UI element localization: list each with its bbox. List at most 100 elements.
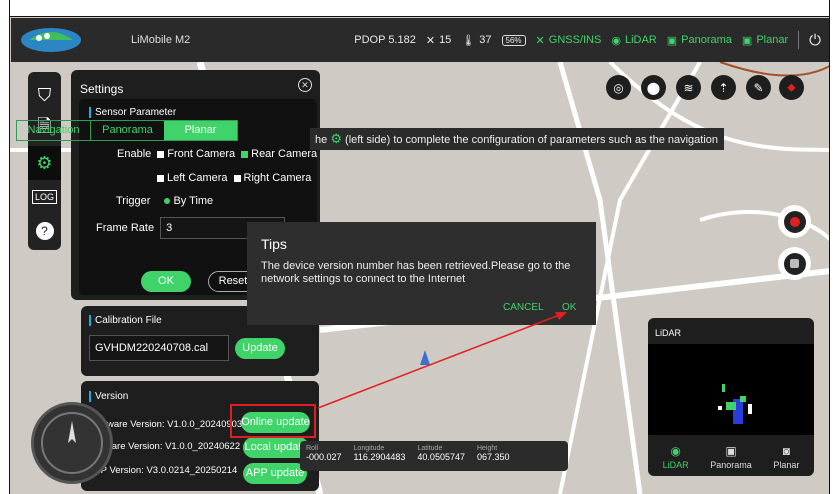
cancel-button[interactable]: CANCEL <box>503 302 544 313</box>
tab-navigation[interactable]: Navigation <box>17 121 90 140</box>
layer-view-button[interactable]: ◎ <box>606 75 631 100</box>
divider <box>798 31 800 49</box>
by-time-radio[interactable]: By Time <box>164 195 213 207</box>
height-label: Height <box>476 445 498 452</box>
tab-planar[interactable]: Planar <box>164 121 237 140</box>
tab-panorama-view[interactable]: ▣ Panorama <box>703 437 758 476</box>
gnss-status: ✕ GNSS/INS <box>535 34 602 47</box>
pdop-value: PDOP 5.182 <box>354 34 416 46</box>
frame-rate-label: Frame Rate <box>96 222 155 234</box>
left-camera-checkbox[interactable]: Left Camera <box>157 172 228 184</box>
height-value: 067.350 <box>476 452 510 462</box>
highlight-box <box>230 404 316 438</box>
satellite-status: ✕ 15 <box>425 34 452 47</box>
camera-icon: ▣ <box>741 34 753 47</box>
satellite-icon: ✕ <box>425 34 436 47</box>
latitude-value: 40.0505747 <box>417 452 465 462</box>
app-update-button[interactable]: APP update <box>243 463 307 484</box>
location-button[interactable]: ⬤ <box>641 75 666 100</box>
lidar-panel-title: LiDAR <box>655 328 682 338</box>
top-bar: LiMobile M2 PDOP 5.182 ✕ 15 🌡 37 56% ✕ GNSS… <box>11 18 829 62</box>
location-icon: ⬤ <box>646 80 661 95</box>
point-cloud-view[interactable] <box>648 344 814 435</box>
longitude-value: 116.2904483 <box>353 452 406 462</box>
power-button[interactable]: ⏻ <box>809 32 821 49</box>
record-icon <box>783 210 806 233</box>
lidar-panel-tabs: ◉ LiDAR ▣ Panorama ◙ Planar <box>648 437 814 476</box>
tip-banner: he ⚙ (left side) to complete the configu… <box>310 128 724 150</box>
clear-button[interactable]: ✎ <box>746 75 771 100</box>
longitude-label: Longitude <box>353 445 385 452</box>
help-icon: ? <box>35 222 54 240</box>
thermometer-icon: 🌡 <box>461 34 476 47</box>
lidar-preview-panel: LiDAR ◉ LiDAR ▣ Panorama ◙ Planar <box>648 318 814 476</box>
calibration-label: Calibration File <box>89 315 162 326</box>
record-button[interactable] <box>778 205 811 238</box>
sensor-parameter-label: Sensor Parameter <box>89 107 176 118</box>
tab-planar-view[interactable]: ◙ Planar <box>759 437 814 476</box>
screenshot-border-right <box>829 0 839 494</box>
side-nav: ⛉ 🗎 ⚙ LOG ? <box>28 72 61 250</box>
camera-icon: ◙ <box>782 443 790 458</box>
upload-button[interactable]: ⇡ <box>711 75 736 100</box>
compass-icon <box>41 412 103 474</box>
tab-lidar[interactable]: ◉ LiDAR <box>648 437 703 476</box>
battery-indicator: 56% <box>501 34 526 46</box>
stop-button[interactable] <box>778 247 811 280</box>
log-icon: LOG <box>31 190 57 204</box>
right-camera-checkbox[interactable]: Right Camera <box>233 172 311 184</box>
power-icon: ⏻ <box>809 31 821 49</box>
roll-value: -000.027 <box>306 452 342 462</box>
dialog-message: The device version number has been retri… <box>261 260 571 285</box>
app-version: APP Version: V3.0.0214_20250214 <box>88 465 238 476</box>
lidar-status: ◉ LiDAR <box>611 34 657 47</box>
close-icon[interactable]: ✕ <box>298 78 312 92</box>
gear-icon: ⚙ <box>36 152 53 173</box>
firmware-version: Firmware Version: V1.0.0_20240903 <box>88 419 243 430</box>
enable-row: Enable Front Camera Rear Camera <box>117 148 317 160</box>
layers-icon: ≋ <box>683 80 694 95</box>
settings-title: Settings <box>80 82 124 96</box>
lidar-icon: ◉ <box>611 34 621 47</box>
coordinate-readout: Roll -000.027 Longitude 116.2904483 Latitu… <box>300 441 568 471</box>
camera-row-2: Left Camera Right Camera <box>157 172 311 184</box>
sensor-tabs: Navigation Panorama Planar <box>16 120 238 141</box>
panorama-status: ▣ Panorama <box>666 34 732 47</box>
app-title: LiMobile M2 <box>131 34 191 46</box>
rear-camera-checkbox[interactable]: Rear Camera <box>241 148 317 160</box>
project-button[interactable]: ⛉ <box>28 78 61 112</box>
temperature-status: 🌡 37 <box>461 34 492 47</box>
screenshot-border-left <box>0 0 10 494</box>
trigger-label: Trigger <box>116 195 151 207</box>
version-label: Version <box>89 391 128 402</box>
dialog-title: Tips <box>261 236 287 252</box>
compass-needle-icon: ⬥ <box>787 80 796 94</box>
brush-icon: ✎ <box>753 80 764 95</box>
calibration-file-field[interactable]: GVHDM220240708.cal <box>89 335 229 361</box>
settings-button[interactable]: ⚙ <box>28 146 61 180</box>
compass <box>31 402 113 484</box>
panorama-icon: ▣ <box>666 34 678 47</box>
layers-button[interactable]: ≋ <box>676 75 701 100</box>
planar-status: ▣ Planar <box>741 34 789 47</box>
calibration-update-button[interactable]: Update <box>235 338 285 359</box>
north-button[interactable]: ⬥ <box>779 75 804 100</box>
tab-panorama[interactable]: Panorama <box>90 121 164 140</box>
target-icon: ◎ <box>613 80 624 95</box>
ok-button[interactable]: OK <box>141 271 191 292</box>
trigger-row: Trigger By Time <box>116 195 213 207</box>
panorama-icon: ▣ <box>725 443 737 458</box>
roll-label: Roll <box>306 445 319 452</box>
front-camera-checkbox[interactable]: Front Camera <box>157 148 235 160</box>
gnss-icon: ✕ <box>535 34 545 47</box>
log-button[interactable]: LOG <box>28 180 61 214</box>
stop-icon <box>783 252 806 275</box>
latitude-label: Latitude <box>417 445 443 452</box>
upload-icon: ⇡ <box>718 80 729 95</box>
enable-label: Enable <box>117 148 152 160</box>
app-logo <box>11 18 91 62</box>
map-pin-icon: ⛉ <box>37 84 52 105</box>
help-button[interactable]: ? <box>28 214 61 248</box>
dialog-ok-button[interactable]: OK <box>562 302 576 313</box>
lidar-icon: ◉ <box>670 443 681 458</box>
